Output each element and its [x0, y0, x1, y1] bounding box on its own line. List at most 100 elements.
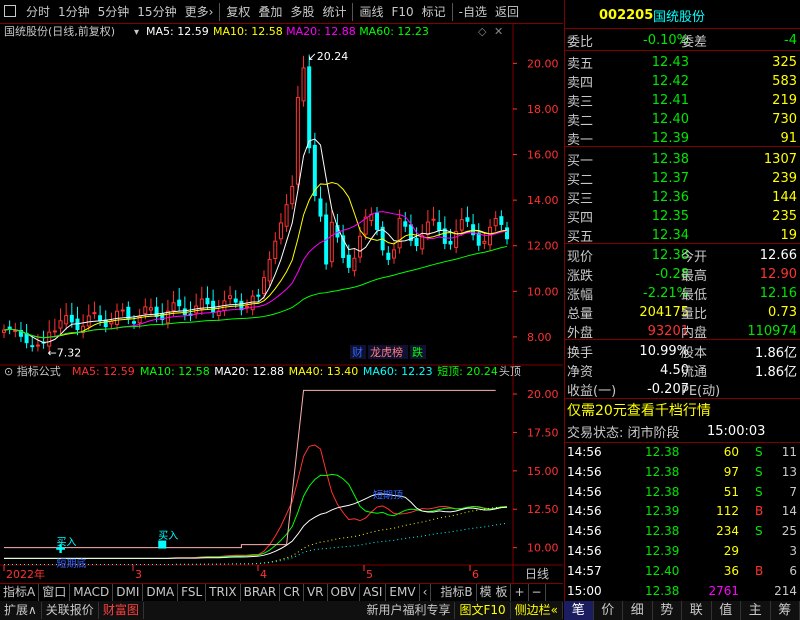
- status-item-5[interactable]: 侧边栏«: [511, 602, 563, 619]
- candle-body: [312, 144, 317, 197]
- indicator-tab-1[interactable]: 窗口: [39, 584, 71, 601]
- candle-body: [92, 312, 97, 315]
- toolbar-button-5[interactable]: 复权: [222, 3, 254, 21]
- indicator-tab-17[interactable]: −: [529, 584, 546, 601]
- toolbar-button-4[interactable]: 更多›: [181, 3, 218, 21]
- indicator-tab-3[interactable]: DMI: [113, 584, 144, 601]
- tick-tab-6[interactable]: 主: [741, 601, 771, 620]
- indicator-tab-15[interactable]: 模 板: [477, 584, 512, 601]
- toolbar-button-1[interactable]: 1分钟: [54, 3, 94, 21]
- period-label[interactable]: 日线: [525, 567, 549, 581]
- tick-count: 14: [781, 504, 797, 519]
- indicator-tab-11[interactable]: ASI: [360, 584, 387, 601]
- close-panel-icon[interactable]: ✕: [494, 25, 503, 38]
- candle-body: [488, 226, 493, 246]
- candle-body: [171, 302, 176, 312]
- candle-body: [307, 66, 312, 149]
- candle-body: [482, 240, 487, 244]
- toolbar-button-7[interactable]: 多股: [286, 3, 318, 21]
- stat-label: 最高: [681, 268, 708, 284]
- tick-tab-7[interactable]: 筹: [770, 601, 800, 620]
- tick-row: 14:56 12.38 51 S 7: [565, 482, 800, 502]
- candle-body: [64, 315, 69, 325]
- indicator-tab-5[interactable]: FSL: [178, 584, 207, 601]
- x-tick-label: 2022年: [6, 567, 45, 581]
- indicator-tab-14[interactable]: 指标B: [437, 584, 477, 601]
- status-item-3[interactable]: 新用户福利专享: [362, 602, 456, 619]
- candle-body: [352, 257, 357, 272]
- stock-name: 国统股份: [653, 9, 706, 25]
- indicator-tab-6[interactable]: TRIX: [206, 584, 241, 601]
- status-item-1[interactable]: 关联报价: [42, 602, 99, 619]
- tick-tab-3[interactable]: 势: [652, 601, 682, 620]
- indicator-tab-2[interactable]: MACD: [70, 584, 114, 601]
- indicator-tab-7[interactable]: BRAR: [241, 584, 281, 601]
- tick-count: 3: [789, 544, 797, 558]
- indicator-tab-16[interactable]: +: [511, 584, 529, 601]
- tick-tab-5[interactable]: 值: [711, 601, 741, 620]
- indicator-tab-13[interactable]: ‹: [420, 584, 432, 601]
- x-tick-label: 6: [472, 568, 479, 581]
- indicator-legend-3: MA40: 13.40: [289, 365, 359, 378]
- candle-body: [414, 237, 419, 246]
- kline-chart-area[interactable]: 国统股份(日线,前复权) ▾ MA5: 12.59 MA10: 12.58 MA20: …: [0, 24, 563, 583]
- tick-price: 12.38: [645, 464, 680, 479]
- ask-price: 12.42: [651, 73, 689, 89]
- status-item-4[interactable]: 图文F10: [455, 602, 511, 619]
- indicator-tab-4[interactable]: DMA: [143, 584, 179, 601]
- main-ma-legend-2: MA20: 12.88: [286, 25, 356, 38]
- tick-tab-4[interactable]: 联: [682, 601, 712, 620]
- toolbar-button-13[interactable]: 返回: [491, 3, 523, 21]
- toolbar-button-0[interactable]: 分时: [22, 3, 54, 21]
- status-item-2[interactable]: 财富图: [99, 602, 144, 619]
- ask-label: 卖二: [567, 113, 594, 129]
- status-item-0[interactable]: 扩展∧: [0, 602, 42, 619]
- toolbar-button-8[interactable]: 统计: [318, 3, 350, 21]
- bid-label: 买三: [567, 191, 594, 207]
- candle-body: [448, 240, 453, 245]
- tick-price: 12.40: [645, 563, 680, 578]
- tick-tab-1[interactable]: 价: [593, 601, 623, 620]
- indicator-tab-12[interactable]: EMV: [386, 584, 420, 601]
- toolbar-button-12[interactable]: -自选: [455, 3, 491, 21]
- tick-count: 7: [789, 484, 797, 499]
- candle-body: [358, 235, 363, 258]
- trade-state-row: 交易状态: 闭市阶段 15:00:03: [565, 420, 800, 442]
- stat-label: 现价: [567, 249, 594, 265]
- toolbar-button-11[interactable]: 标记: [418, 3, 450, 21]
- toolbar-button-3[interactable]: 15分钟: [133, 3, 180, 21]
- tick-tab-0[interactable]: 笔: [564, 601, 594, 620]
- event-badge-0[interactable]: 财: [352, 345, 363, 359]
- grid-icon[interactable]: [4, 5, 16, 17]
- signal-annotation-2: 短期底: [57, 557, 87, 570]
- tick-side: S: [755, 445, 763, 459]
- trade-state-label: 交易状态: 闭市阶段: [567, 425, 680, 441]
- indicator-tab-9[interactable]: VR: [304, 584, 328, 601]
- bid-volume: 239: [772, 170, 797, 186]
- indicator-tab-8[interactable]: CR: [280, 584, 304, 601]
- event-badge-2[interactable]: 跌: [412, 345, 423, 359]
- event-badge-1[interactable]: 龙虎榜: [370, 345, 403, 359]
- candle-body: [233, 298, 238, 303]
- toolbar-button-6[interactable]: 叠加: [254, 3, 286, 21]
- tick-side: S: [755, 484, 763, 499]
- tick-row: 14:56 12.38 234 S 25: [565, 521, 800, 541]
- candle-body: [256, 294, 261, 297]
- diamond-icon[interactable]: ◇: [478, 25, 487, 38]
- candle-body: [437, 222, 442, 231]
- candle-body: [284, 204, 289, 227]
- promo-row[interactable]: 仅需20元查看千档行情: [565, 399, 800, 421]
- toolbar-button-9[interactable]: 画线: [355, 3, 387, 21]
- legend-toggle-icon[interactable]: ▾: [134, 27, 139, 38]
- indicator-tab-10[interactable]: OBV: [328, 584, 361, 601]
- promo-text[interactable]: 仅需20元查看千档行情: [567, 400, 711, 420]
- tick-view-tabs: 笔价细势联值主筹: [564, 601, 800, 620]
- indicator-tab-0[interactable]: 指标A: [0, 584, 40, 601]
- main-chart-title: 国统股份(日线,前复权): [4, 24, 115, 38]
- tick-tab-2[interactable]: 细: [623, 601, 653, 620]
- toolbar-button-10[interactable]: F10: [387, 3, 417, 21]
- candle-body: [442, 228, 447, 244]
- toolbar-button-2[interactable]: 5分钟: [94, 3, 134, 21]
- tick-side: S: [755, 464, 763, 479]
- candle-body: [47, 331, 52, 347]
